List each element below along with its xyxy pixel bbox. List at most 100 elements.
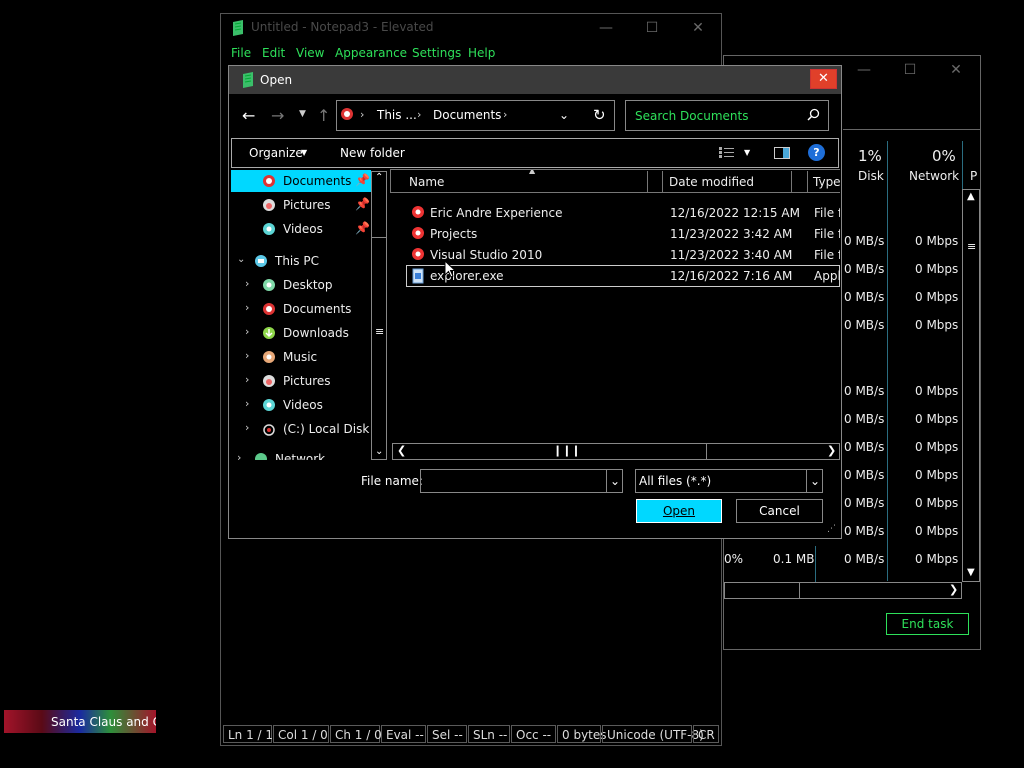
menu-appearance[interactable]: Appearance	[335, 46, 407, 60]
menu-help[interactable]: Help	[468, 46, 495, 60]
scroll-grip-icon[interactable]: ❙❙❙	[553, 444, 581, 457]
file-type-filter-select[interactable]: All files (*.*) ⌄	[635, 469, 823, 493]
nav-music[interactable]: Music	[283, 350, 317, 364]
scroll-grip-icon[interactable]: ≡	[375, 325, 384, 338]
expand-chevron-right-icon[interactable]: ›	[245, 373, 249, 386]
nav-quick-videos[interactable]: Videos	[283, 222, 323, 236]
close-icon[interactable]: ✕	[810, 69, 837, 89]
tm-row-disk: 0 MB/s	[844, 440, 885, 454]
scroll-down-icon[interactable]: ⌄	[375, 446, 383, 457]
scroll-up-icon[interactable]: ▲	[967, 191, 975, 202]
expand-chevron-right-icon[interactable]: ›	[245, 277, 249, 290]
nav-network[interactable]: Network	[275, 452, 325, 460]
close-icon[interactable]: ✕	[675, 14, 721, 42]
expand-chevron-down-icon[interactable]: ⌄	[237, 254, 245, 265]
menu-settings[interactable]: Settings	[412, 46, 461, 60]
taskbar-thumbnail[interactable]: Santa Claus and Ch	[4, 710, 156, 733]
organize-chevron-down-icon[interactable]: ▼	[301, 148, 307, 157]
breadcrumb-documents[interactable]: Documents	[433, 108, 501, 122]
file-name-chevron-down-icon[interactable]: ⌄	[610, 474, 620, 488]
file-row[interactable]: Projects 11/23/2022 3:42 AM File fo	[406, 224, 840, 244]
scroll-up-icon[interactable]: ⌃	[375, 172, 383, 183]
view-chevron-down-icon[interactable]: ▼	[744, 148, 750, 157]
notepad-titlebar[interactable]: Untitled - Notepad3 - Elevated — ☐ ✕	[221, 14, 721, 42]
status-eol[interactable]: CR	[693, 725, 719, 743]
tm-minimize-icon[interactable]: —	[841, 56, 887, 84]
pin-icon[interactable]: 📌	[355, 197, 370, 211]
nav-quick-documents[interactable]: Documents	[283, 174, 351, 188]
status-encoding[interactable]: Unicode (UTF-8)	[602, 725, 704, 743]
nav-local-disk[interactable]: (C:) Local Disk	[283, 422, 369, 436]
nav-this-pc[interactable]: This PC	[275, 254, 319, 268]
resize-grip-icon[interactable]: ⋰	[827, 524, 836, 534]
dialog-titlebar[interactable]: Open ✕	[229, 66, 841, 94]
nav-pictures[interactable]: Pictures	[283, 374, 331, 388]
filter-chevron-down-icon[interactable]: ⌄	[810, 474, 820, 488]
file-list[interactable]: ▲ Name Date modified Type Eric Andre Exp…	[390, 169, 840, 459]
tm-power-header[interactable]: P	[970, 169, 977, 183]
help-icon[interactable]: ?	[808, 144, 825, 161]
refresh-icon[interactable]: ↻	[593, 106, 606, 124]
scroll-grip-icon[interactable]: ≡	[967, 240, 976, 253]
tm-row-net: 0 Mbps	[915, 552, 959, 566]
tm-row-net: 0 Mbps	[915, 234, 959, 248]
maximize-icon[interactable]: ☐	[629, 14, 675, 42]
expand-chevron-right-icon[interactable]: ›	[245, 325, 249, 338]
file-list-horizontal-scrollbar[interactable]: ❮ ❙❙❙ ❯	[392, 443, 840, 460]
recent-locations-chevron-down-icon[interactable]: ▼	[299, 109, 306, 119]
address-bar[interactable]: › This ... › Documents › ⌄ ↻	[336, 100, 615, 131]
back-icon[interactable]: ←	[242, 106, 255, 125]
nav-downloads[interactable]: Downloads	[283, 326, 349, 340]
scroll-right-icon[interactable]: ❯	[949, 583, 958, 596]
preview-pane-icon[interactable]	[774, 147, 790, 162]
scroll-thumb[interactable]	[799, 583, 800, 598]
menu-view[interactable]: View	[296, 46, 324, 60]
pin-icon[interactable]: 📌	[355, 221, 370, 235]
search-box[interactable]: Search Documents	[625, 100, 829, 131]
expand-chevron-right-icon[interactable]: ›	[237, 451, 241, 460]
breadcrumb-this-pc[interactable]: This ...	[377, 108, 417, 122]
end-task-button[interactable]: End task	[886, 613, 969, 635]
expand-chevron-right-icon[interactable]: ›	[245, 301, 249, 314]
file-name: Projects	[430, 227, 478, 241]
up-icon[interactable]: ↑	[317, 106, 330, 125]
new-folder-button[interactable]: New folder	[340, 146, 405, 160]
file-name-input[interactable]: ⌄	[420, 469, 623, 493]
expand-chevron-right-icon[interactable]: ›	[245, 349, 249, 362]
tm-horizontal-scrollbar[interactable]: ❯	[724, 582, 962, 599]
navigation-pane[interactable]: Documents 📌 Pictures 📌 Videos 📌 ⌄ This P…	[231, 170, 386, 460]
view-options-icon[interactable]	[719, 147, 735, 162]
tm-vertical-scrollbar[interactable]: ▲ ≡ ▼	[962, 189, 980, 582]
cancel-button[interactable]: Cancel	[736, 499, 823, 523]
tm-maximize-icon[interactable]: ☐	[887, 56, 933, 84]
tm-network-percent: 0%	[932, 147, 956, 165]
scroll-left-icon[interactable]: ❮	[397, 444, 406, 457]
tm-disk-header[interactable]: Disk	[858, 169, 884, 183]
scroll-right-icon[interactable]: ❯	[827, 444, 836, 457]
forward-icon[interactable]: →	[271, 106, 284, 125]
scroll-thumb[interactable]	[372, 237, 386, 238]
search-icon[interactable]	[807, 108, 820, 124]
file-row-focused[interactable]: explorer.exe 12/16/2022 7:16 AM Appli	[406, 265, 840, 287]
nav-quick-pictures[interactable]: Pictures	[283, 198, 331, 212]
open-button[interactable]: Open	[636, 499, 722, 523]
nav-desktop[interactable]: Desktop	[283, 278, 333, 292]
tm-close-icon[interactable]: ✕	[933, 56, 979, 84]
pin-icon[interactable]: 📌	[355, 173, 370, 187]
expand-chevron-right-icon[interactable]: ›	[245, 421, 249, 434]
organize-menu[interactable]: Organize	[249, 146, 303, 160]
tm-row-net: 0 Mbps	[915, 412, 959, 426]
scroll-down-icon[interactable]: ▼	[967, 567, 975, 578]
menu-edit[interactable]: Edit	[262, 46, 285, 60]
search-input[interactable]: Search Documents	[635, 109, 748, 123]
nav-pane-scrollbar[interactable]: ⌃ ≡ ⌄	[371, 171, 387, 460]
nav-videos[interactable]: Videos	[283, 398, 323, 412]
address-history-chevron-down-icon[interactable]: ⌄	[559, 108, 569, 122]
tm-network-header[interactable]: Network	[909, 169, 959, 183]
file-row[interactable]: Visual Studio 2010 11/23/2022 3:40 AM Fi…	[406, 245, 840, 265]
expand-chevron-right-icon[interactable]: ›	[245, 397, 249, 410]
file-row[interactable]: Eric Andre Experience 12/16/2022 12:15 A…	[406, 203, 840, 223]
nav-documents[interactable]: Documents	[283, 302, 351, 316]
menu-file[interactable]: File	[231, 46, 251, 60]
minimize-icon[interactable]: —	[583, 14, 629, 42]
